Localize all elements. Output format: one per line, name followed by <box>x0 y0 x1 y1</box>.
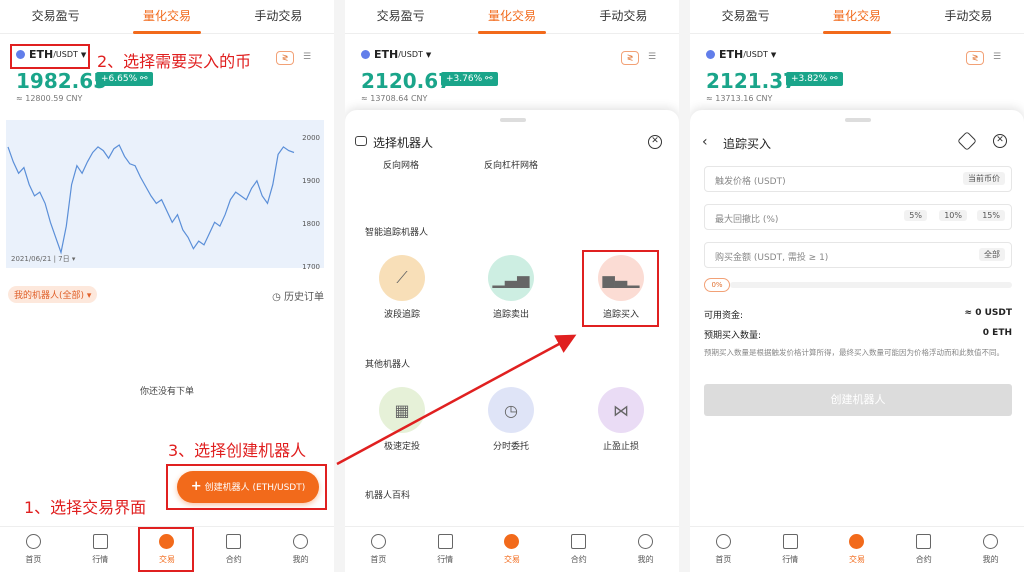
stage: 交易盈亏 量化交易 手动交易 ETH /USDT ▼ ≷ ☰ 1982.65 +… <box>0 0 1024 572</box>
annotation-arrow <box>336 334 577 466</box>
